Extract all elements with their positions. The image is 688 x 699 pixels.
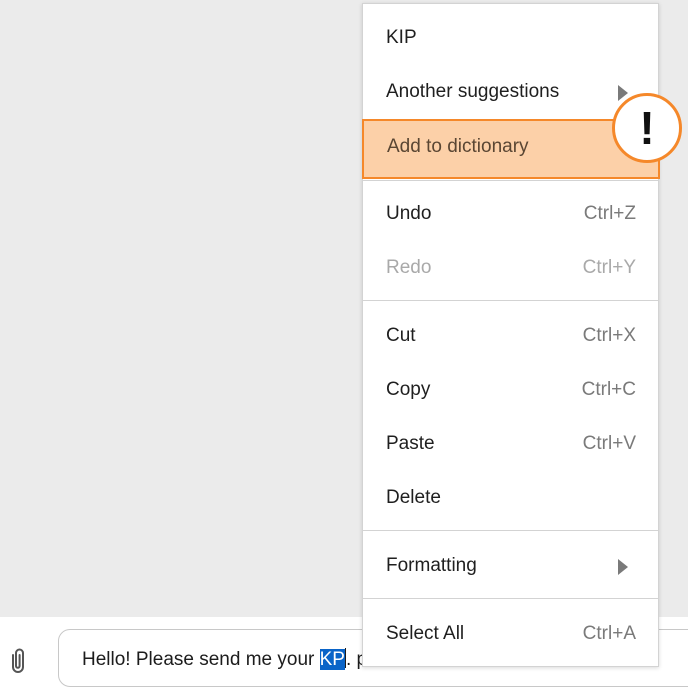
exclamation-callout-icon: ! [612,93,682,163]
context-menu: KIP Another suggestions Undo Ctrl+Z Redo… [362,3,659,667]
menu-item-shortcut: Ctrl+V [582,433,636,454]
menu-item-copy[interactable]: Copy Ctrl+C [363,364,658,418]
menu-item-label: Select All [386,623,465,644]
menu-item-shortcut: Ctrl+A [582,623,636,644]
menu-item-label: Paste [386,433,435,454]
menu-item-another-suggestions[interactable]: Another suggestions [363,66,658,120]
menu-divider [363,530,658,531]
menu-item-shortcut: Ctrl+Z [583,203,636,224]
paperclip-icon[interactable] [6,645,30,675]
menu-divider [363,598,658,599]
menu-item-label: Redo [386,257,432,278]
menu-item-shortcut: Ctrl+X [582,325,636,346]
menu-item-undo[interactable]: Undo Ctrl+Z [363,188,658,242]
menu-item-cut[interactable]: Cut Ctrl+X [363,310,658,364]
menu-divider [363,180,658,181]
menu-item-label: Delete [386,487,441,508]
menu-item-label: Add to dictionary [387,136,529,157]
menu-item-formatting[interactable]: Formatting [363,540,658,594]
menu-item-shortcut: Ctrl+Y [582,257,636,278]
menu-item-label: Copy [386,379,431,400]
menu-item-shortcut: Ctrl+C [581,379,636,400]
message-text-before: Hello! Please send me your [82,649,320,670]
menu-item-label: Cut [386,325,416,346]
menu-item-label: KIP [386,27,417,48]
menu-item-select-all[interactable]: Select All Ctrl+A [363,608,658,662]
menu-item-suggestion-kip[interactable]: KIP [363,12,658,66]
menu-divider [363,300,658,301]
menu-item-paste[interactable]: Paste Ctrl+V [363,418,658,472]
message-text: Hello! Please send me your KP. p [82,648,367,671]
menu-item-delete[interactable]: Delete [363,472,658,526]
submenu-arrow-icon [618,559,628,575]
menu-item-redo: Redo Ctrl+Y [363,242,658,296]
menu-item-label: Undo [386,203,432,224]
menu-item-label: Formatting [386,555,477,576]
selected-word: KP [319,649,345,670]
menu-item-label: Another suggestions [386,81,560,102]
